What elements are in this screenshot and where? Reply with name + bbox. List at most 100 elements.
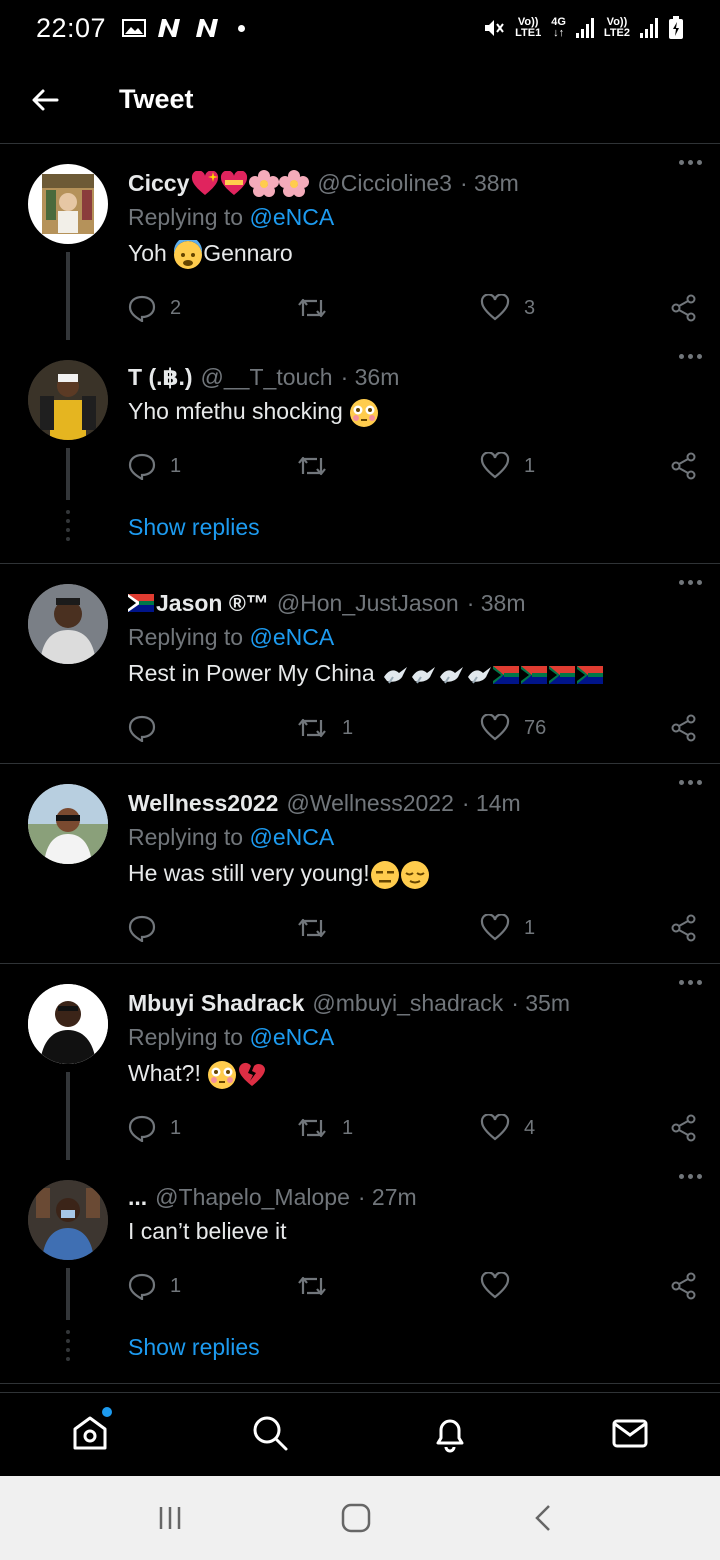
handle[interactable]: @Wellness2022 [286, 790, 453, 817]
reply-button[interactable]: 1 [128, 1114, 181, 1142]
bell-icon [436, 1419, 464, 1453]
display-name[interactable]: Jason ®™ [156, 590, 269, 617]
reply-button[interactable]: 2 [128, 294, 181, 322]
replies-feed: Ciccy @Ciccioline3 · 38m Replying to @eN… [0, 144, 720, 1384]
tweet[interactable]: Mbuyi Shadrack @mbuyi_shadrack · 35m Rep… [0, 964, 720, 1160]
thread-line [66, 1072, 70, 1160]
mention-link[interactable]: @eNCA [249, 204, 334, 230]
share-button[interactable] [670, 294, 698, 322]
share-icon [671, 452, 696, 480]
reply-button[interactable]: 1 [128, 1272, 181, 1300]
tweet[interactable]: Wellness2022 @Wellness2022 · 14m Replyin… [0, 764, 720, 960]
retweet-button[interactable] [296, 914, 342, 942]
share-button[interactable] [670, 714, 698, 742]
like-button[interactable]: 1 [480, 914, 535, 942]
reply-button[interactable] [128, 714, 170, 742]
avatar[interactable] [28, 360, 108, 440]
action-bar: 2 3 [128, 288, 698, 328]
flushed-face-emoji [208, 1061, 237, 1089]
nav-home[interactable] [68, 1407, 112, 1455]
tweet[interactable]: Ciccy @Ciccioline3 · 38m Replying to @eN… [0, 144, 720, 340]
mention-link[interactable]: @eNCA [249, 824, 334, 850]
thread-block: Mbuyi Shadrack @mbuyi_shadrack · 35m Rep… [0, 964, 720, 1384]
action-bar: 1 1 4 [128, 1108, 698, 1148]
notification-dot-icon [238, 24, 246, 32]
display-name[interactable]: Mbuyi Shadrack [128, 990, 304, 1017]
more-options-button[interactable] [670, 344, 710, 368]
avatar[interactable] [28, 584, 108, 664]
blossom-emoji-2 [279, 169, 310, 198]
system-back-button[interactable] [522, 1496, 566, 1540]
retweet-button[interactable] [296, 452, 342, 480]
nav-messages[interactable] [608, 1411, 652, 1455]
like-button[interactable]: 3 [480, 294, 535, 322]
handle[interactable]: @Ciccioline3 [317, 170, 452, 197]
retweet-button[interactable]: 1 [296, 1114, 353, 1142]
home-icon [73, 1416, 107, 1450]
nav-notifications[interactable] [428, 1411, 472, 1455]
avatar[interactable] [28, 784, 108, 864]
more-options-button[interactable] [670, 570, 710, 594]
reply-button[interactable]: 1 [128, 452, 181, 480]
display-name[interactable]: T (.฿.) [128, 364, 193, 391]
reply-count: 1 [170, 454, 182, 477]
display-name[interactable]: Wellness2022 [128, 790, 278, 817]
share-icon [671, 1114, 696, 1142]
like-count: 4 [524, 1116, 536, 1139]
retweet-count: 1 [342, 716, 354, 739]
mention-link[interactable]: @eNCA [249, 1024, 334, 1050]
like-button[interactable] [480, 1272, 524, 1300]
home-system-button[interactable] [334, 1496, 378, 1540]
handle[interactable]: @mbuyi_shadrack [312, 990, 503, 1017]
avatar[interactable] [28, 1180, 108, 1260]
avatar[interactable] [28, 984, 108, 1064]
reply-button[interactable] [128, 914, 170, 942]
mention-link[interactable]: @eNCA [249, 624, 334, 650]
status-bar: 22:07 Vo)) LTE1 4G ↓↑ Vo)) LTE2 [0, 0, 720, 56]
like-button[interactable]: 1 [480, 452, 535, 480]
like-button[interactable]: 76 [480, 714, 546, 742]
reply-icon [128, 715, 156, 742]
mute-icon [485, 20, 504, 36]
more-options-button[interactable] [670, 1164, 710, 1188]
network2-bottom: LTE2 [603, 27, 630, 39]
like-button[interactable]: 4 [480, 1114, 535, 1142]
share-button[interactable] [670, 452, 698, 480]
tweet[interactable]: ... @Thapelo_Malope · 27m I can’t believ… [0, 1160, 720, 1320]
expressionless-face-emoji [370, 861, 399, 889]
show-replies-link[interactable]: Show replies [128, 514, 260, 541]
gallery-icon [122, 19, 147, 37]
tweet-text: I can’t believe it [128, 1218, 287, 1244]
dove-emoji-row [381, 660, 605, 686]
share-icon [671, 294, 696, 322]
retweet-button[interactable] [296, 1272, 342, 1300]
retweet-icon [298, 918, 326, 938]
retweet-button[interactable]: 1 [296, 714, 353, 742]
share-button[interactable] [670, 1114, 698, 1142]
tweet[interactable]: T (.฿.) @__T_touch · 36m Yho mfethu shoc… [0, 340, 720, 500]
nav-search[interactable] [248, 1411, 292, 1455]
more-options-button[interactable] [670, 770, 710, 794]
recent-apps-button[interactable] [148, 1496, 192, 1540]
display-name[interactable]: Ciccy [128, 170, 189, 197]
heart-icon [480, 452, 510, 479]
more-options-button[interactable] [670, 150, 710, 174]
avatar[interactable] [28, 164, 108, 244]
display-name[interactable]: ... [128, 1184, 147, 1211]
share-button[interactable] [670, 1272, 698, 1300]
timestamp: · 38m [466, 589, 526, 616]
tweet[interactable]: Jason ®™ @Hon_JustJason · 38m Replying t… [0, 564, 720, 760]
retweet-icon [298, 456, 326, 476]
handle[interactable]: @__T_touch [201, 364, 333, 391]
flushed-face-emoji [350, 399, 379, 427]
handle[interactable]: @Hon_JustJason [277, 590, 459, 617]
show-replies-link[interactable]: Show replies [128, 1334, 260, 1361]
retweet-button[interactable] [296, 294, 342, 322]
back-button[interactable] [0, 56, 90, 144]
handle[interactable]: @Thapelo_Malope [155, 1184, 350, 1211]
like-count: 3 [524, 296, 536, 319]
share-button[interactable] [670, 914, 698, 942]
page-title: Tweet [119, 84, 194, 114]
more-options-button[interactable] [670, 970, 710, 994]
n-app-icon [158, 19, 181, 37]
